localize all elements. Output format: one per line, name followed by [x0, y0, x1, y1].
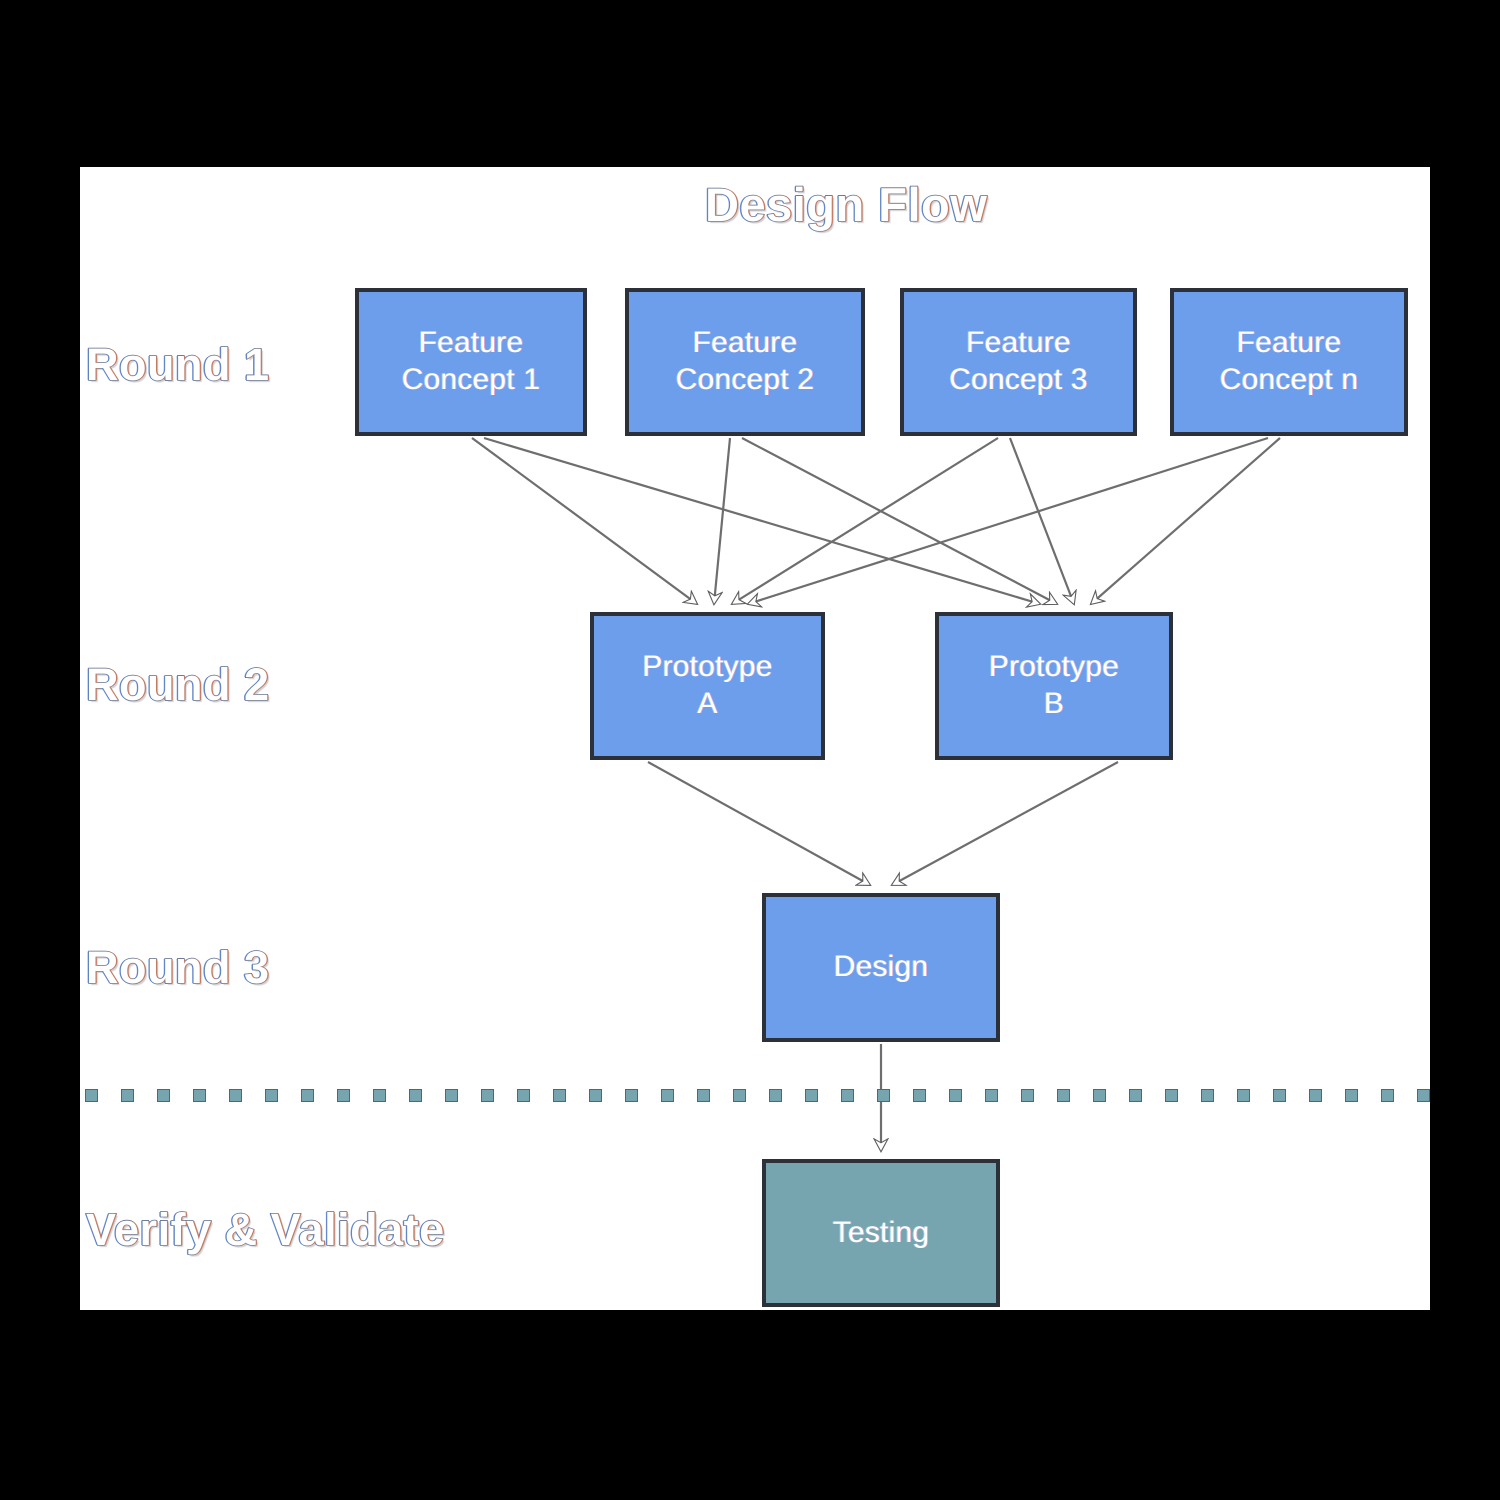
node-design[interactable]: Design — [762, 893, 1000, 1042]
node-label-line1: Feature — [966, 326, 1071, 360]
page-title: Design Flow — [704, 178, 988, 231]
node-feature-concept-2[interactable]: Feature Concept 2 — [625, 288, 865, 436]
divider-dot — [589, 1089, 602, 1102]
node-prototype-b[interactable]: Prototype B — [935, 612, 1173, 760]
node-label-line2: Concept 1 — [401, 363, 541, 396]
divider-dot — [949, 1089, 962, 1102]
divider-dot — [733, 1089, 746, 1102]
node-label-line1: Testing — [832, 1215, 930, 1249]
edge-fc1-to-pa — [471, 437, 697, 604]
divider-dot — [265, 1089, 278, 1102]
node-label-line2: A — [697, 687, 718, 720]
node-testing[interactable]: Testing — [762, 1159, 1000, 1307]
node-label-line1: Prototype — [988, 650, 1120, 684]
divider-dot — [1093, 1089, 1106, 1102]
divider-dot — [697, 1089, 710, 1102]
node-label-line1: Feature — [418, 326, 524, 360]
divider-dot — [661, 1089, 674, 1102]
node-label-line1: Prototype — [642, 650, 773, 684]
divider-dot — [1345, 1089, 1358, 1102]
divider-dot — [193, 1089, 206, 1102]
divider-dot — [1273, 1089, 1286, 1102]
edge-fcn-to-pb — [1091, 437, 1281, 604]
node-label-line1: Design — [833, 950, 929, 984]
edge-fc3-to-pb — [1008, 437, 1074, 604]
node-prototype-a[interactable]: Prototype A — [590, 612, 825, 760]
node-label-line1: Feature — [692, 326, 798, 360]
divider-dot — [1165, 1089, 1178, 1102]
divider-dot — [1129, 1089, 1142, 1102]
node-label-line1: Feature — [1236, 326, 1342, 360]
divider-dot — [877, 1089, 890, 1102]
divider-dot — [157, 1089, 170, 1102]
node-label-line2: Concept 2 — [675, 363, 815, 396]
node-label-line2: Concept 3 — [949, 363, 1088, 396]
edge-pb-to-design — [892, 761, 1119, 886]
row-label-round-2: Round 2 — [85, 659, 270, 710]
screenshot-root: Design Flow Round 1 Round 2 Round 3 Veri… — [0, 0, 1500, 1500]
node-label-line2: B — [1043, 687, 1065, 720]
divider-dot — [805, 1089, 818, 1102]
divider-dot — [85, 1089, 98, 1102]
edge-pa-to-design — [647, 761, 870, 886]
divider-dot — [229, 1089, 242, 1102]
divider-dot — [121, 1089, 134, 1102]
divider-dot — [517, 1089, 530, 1102]
divider-dot — [1057, 1089, 1070, 1102]
divider-dot — [913, 1089, 926, 1102]
node-label-line2: Concept n — [1219, 363, 1359, 396]
divider-dot — [1381, 1089, 1394, 1102]
divider-dot — [1201, 1089, 1214, 1102]
divider-dot — [373, 1089, 386, 1102]
node-feature-concept-3[interactable]: Feature Concept 3 — [900, 288, 1137, 436]
divider-dot — [445, 1089, 458, 1102]
divider-dot — [1417, 1089, 1430, 1102]
divider-dot — [337, 1089, 350, 1102]
phase-divider — [80, 1089, 1430, 1105]
edge-fc2-to-pa — [714, 437, 732, 604]
divider-dot — [841, 1089, 854, 1102]
diagram-canvas: Design Flow Round 1 Round 2 Round 3 Veri… — [80, 167, 1430, 1310]
row-label-round-1: Round 1 — [85, 339, 270, 390]
divider-dot — [985, 1089, 998, 1102]
divider-dot — [481, 1089, 494, 1102]
divider-dot — [1237, 1089, 1250, 1102]
divider-dot — [409, 1089, 422, 1102]
row-label-verify-validate: Verify & Validate — [85, 1204, 445, 1255]
node-feature-concept-1[interactable]: Feature Concept 1 — [355, 288, 587, 436]
divider-dot — [1309, 1089, 1322, 1102]
row-label-round-3: Round 3 — [85, 942, 270, 993]
node-feature-concept-n[interactable]: Feature Concept n — [1170, 288, 1408, 436]
divider-dot — [301, 1089, 314, 1102]
divider-dot — [553, 1089, 566, 1102]
divider-dot — [769, 1089, 782, 1102]
divider-dot — [625, 1089, 638, 1102]
divider-dot — [1021, 1089, 1034, 1102]
